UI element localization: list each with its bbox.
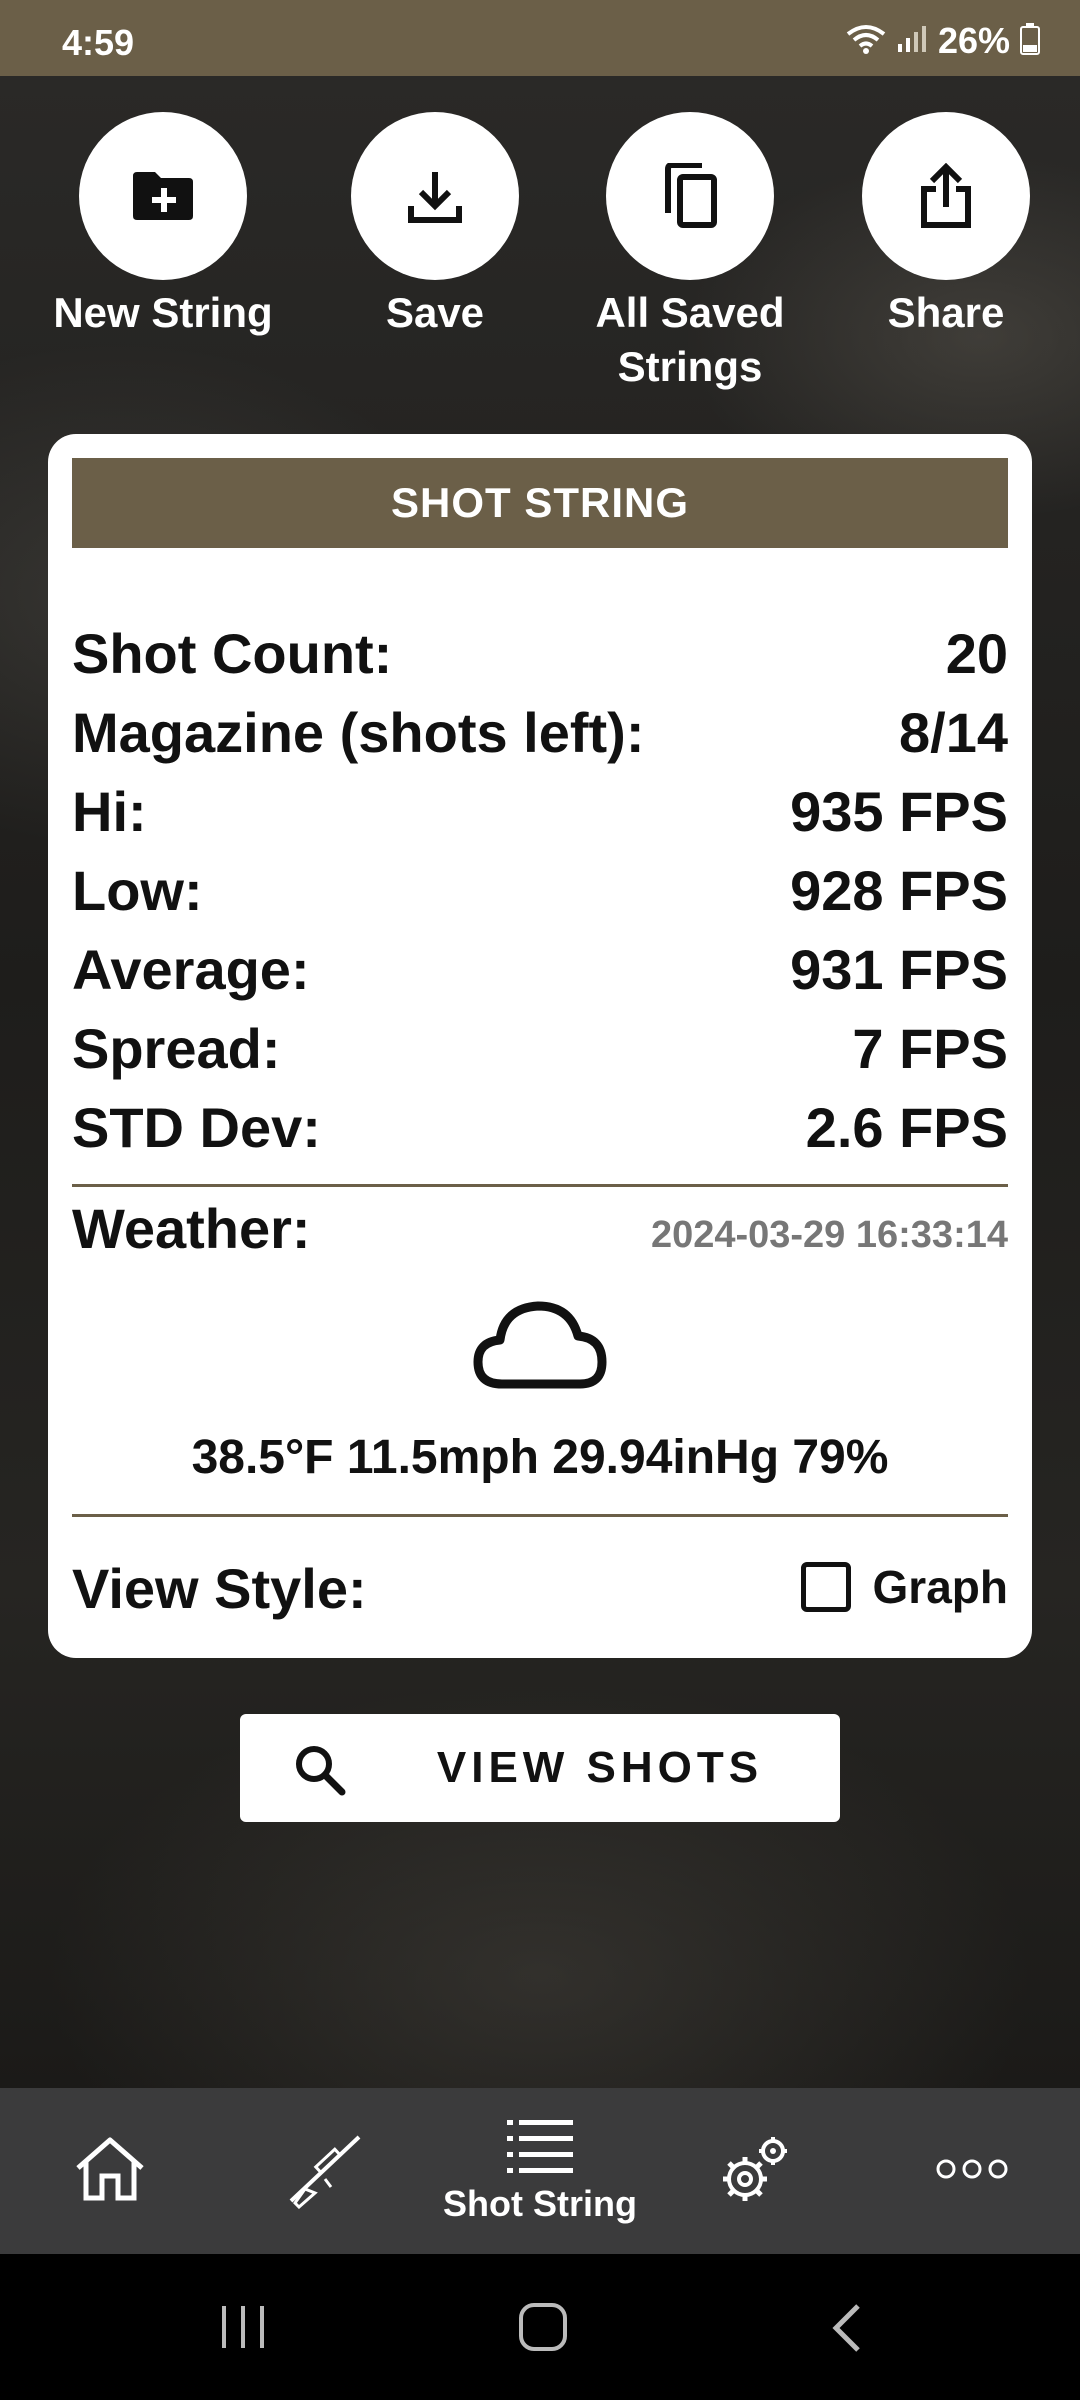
stat-value: 20 <box>945 622 1008 685</box>
status-bar: 4:59 26% <box>0 0 1080 76</box>
stat-row: Hi: 935 FPS <box>72 772 1008 851</box>
new-string-button[interactable]: New String <box>43 112 283 340</box>
weather-label: Weather: <box>72 1197 311 1260</box>
rifle-icon[interactable] <box>285 2129 365 2214</box>
nav-home[interactable] <box>50 2088 170 2254</box>
nav-more[interactable] <box>912 2088 1032 2254</box>
bottom-nav: Shot String <box>0 2088 1080 2254</box>
all-saved-strings-label: All Saved Strings <box>595 289 785 390</box>
stat-label: Average: <box>72 938 310 1001</box>
stat-value: 935 FPS <box>790 780 1008 843</box>
cloud-icon <box>472 1300 608 1395</box>
action-toolbar: New String Save All Saved Strings Share <box>0 112 1080 412</box>
graph-label: Graph <box>872 1561 1008 1613</box>
stat-value: 931 FPS <box>790 938 1008 1001</box>
stat-value: 8/14 <box>899 701 1008 764</box>
graph-toggle[interactable]: Graph <box>800 1560 1008 1614</box>
new-string-label: New String <box>53 289 273 336</box>
signal-icon <box>896 24 928 59</box>
system-nav-bar <box>0 2254 1080 2400</box>
divider <box>72 1514 1008 1517</box>
view-shots-button[interactable]: VIEW SHOTS <box>240 1714 840 1822</box>
share-icon[interactable] <box>862 112 1030 280</box>
recent-apps-icon[interactable] <box>218 2304 268 2355</box>
search-icon <box>292 1742 348 1803</box>
stat-row: Average: 931 FPS <box>72 930 1008 1009</box>
stat-row: Spread: 7 FPS <box>72 1009 1008 1088</box>
save-button[interactable]: Save <box>315 112 555 340</box>
stat-label: Low: <box>72 859 203 922</box>
view-style-label: View Style: <box>72 1557 367 1620</box>
more-icon[interactable] <box>935 2157 1009 2186</box>
back-icon[interactable] <box>828 2302 864 2359</box>
all-saved-strings-button[interactable]: All Saved Strings <box>570 112 810 394</box>
stat-row: Shot Count: 20 <box>72 614 1008 693</box>
stat-row: Low: 928 FPS <box>72 851 1008 930</box>
stat-label: STD Dev: <box>72 1096 321 1159</box>
download-icon[interactable] <box>351 112 519 280</box>
stat-row: STD Dev: 2.6 FPS <box>72 1088 1008 1167</box>
stat-row: Magazine (shots left): 8/14 <box>72 693 1008 772</box>
weather-values: 38.5°F 11.5mph 29.94inHg 79% <box>191 1431 889 1484</box>
stats-list: Shot Count: 20 Magazine (shots left): 8/… <box>72 614 1008 1167</box>
stat-label: Hi: <box>72 780 147 843</box>
view-shots-label: VIEW SHOTS <box>436 1743 764 1792</box>
copy-icon[interactable] <box>606 112 774 280</box>
weather-timestamp: 2024-03-29 16:33:14 <box>650 1214 1008 1256</box>
list-icon[interactable] <box>505 2118 575 2179</box>
home-button-icon[interactable] <box>518 2302 568 2357</box>
shot-string-card: SHOT STRING Shot Count: 20 Magazine (sho… <box>48 434 1032 1658</box>
divider <box>72 1184 1008 1187</box>
stat-value: 2.6 FPS <box>805 1096 1008 1159</box>
wifi-icon <box>846 24 886 59</box>
nav-settings[interactable] <box>695 2088 815 2254</box>
battery-icon <box>1020 22 1040 60</box>
stat-label: Shot Count: <box>72 622 393 685</box>
stat-value: 928 FPS <box>790 859 1008 922</box>
status-time: 4:59 <box>62 22 135 63</box>
card-title: SHOT STRING <box>72 458 1008 548</box>
nav-rifle[interactable] <box>265 2088 385 2254</box>
share-label: Share <box>887 289 1005 336</box>
stat-value: 7 FPS <box>852 1017 1008 1080</box>
folder-plus-icon[interactable] <box>79 112 247 280</box>
home-icon[interactable] <box>72 2134 148 2209</box>
battery-percent: 26% <box>937 20 1010 61</box>
save-label: Save <box>385 289 485 336</box>
settings-icon[interactable] <box>715 2129 795 2214</box>
stat-label: Spread: <box>72 1017 281 1080</box>
graph-checkbox[interactable] <box>800 1562 851 1612</box>
nav-label-shot-string: Shot String <box>443 2182 637 2224</box>
stat-label: Magazine (shots left): <box>72 701 645 764</box>
share-button[interactable]: Share <box>826 112 1066 340</box>
nav-shot-string[interactable]: Shot String <box>420 2088 660 2254</box>
status-icons: 26% <box>846 20 1040 62</box>
